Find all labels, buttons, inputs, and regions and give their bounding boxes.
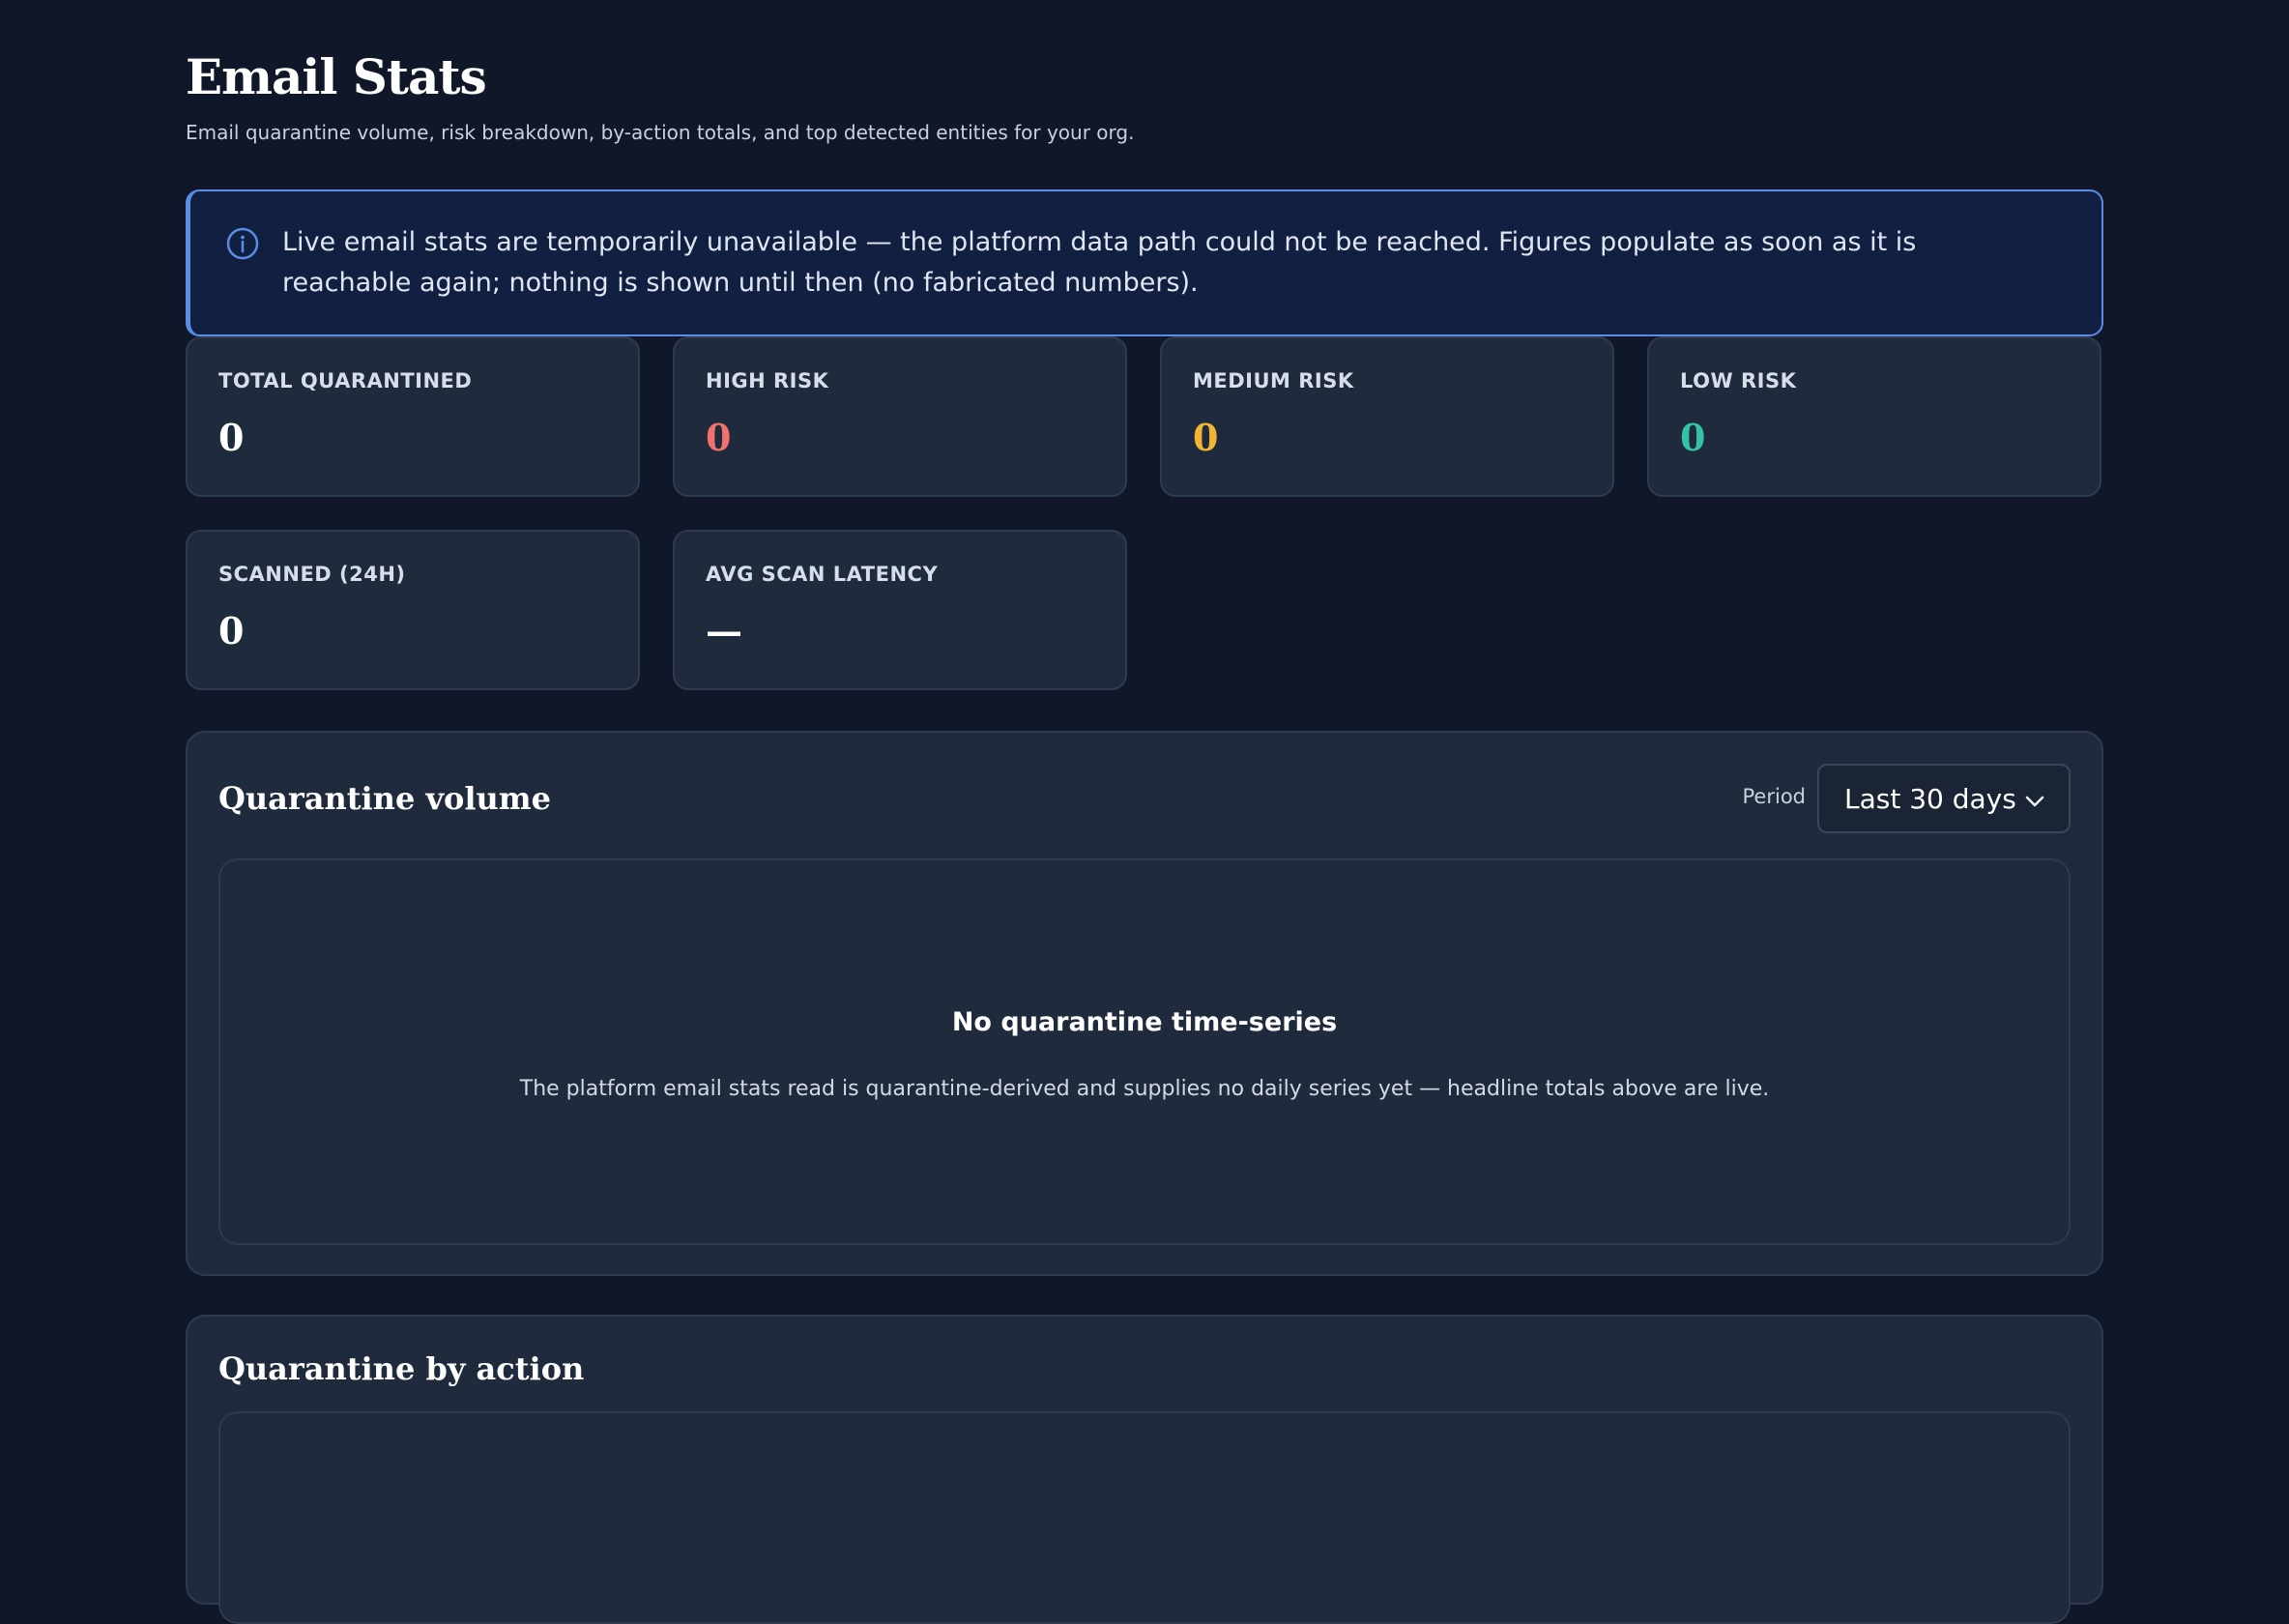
stat-label: MEDIUM RISK (1193, 369, 1354, 392)
period-select-value: Last 30 days (1844, 783, 2016, 815)
stat-label: TOTAL QUARANTINED (218, 369, 473, 392)
stat-card-total-quarantined: TOTAL QUARANTINED 0 (186, 336, 640, 497)
quarantine-by-action-chart-area (218, 1411, 2071, 1624)
stat-card-high-risk: HIGH RISK 0 (673, 336, 1127, 497)
stat-label: AVG SCAN LATENCY (706, 563, 939, 586)
stat-label: HIGH RISK (706, 369, 829, 392)
unavailable-alert: Live email stats are temporarily unavail… (186, 189, 2103, 336)
info-circle-icon (226, 227, 259, 260)
panel-title: Quarantine volume (218, 780, 552, 817)
empty-state-title: No quarantine time-series (951, 1007, 1338, 1037)
quarantine-volume-empty-state: No quarantine time-series The platform e… (218, 858, 2071, 1245)
chevron-down-icon (2025, 796, 2044, 807)
stat-card-avg-scan-latency: AVG SCAN LATENCY — (673, 530, 1127, 690)
stat-value: 0 (1193, 416, 1219, 459)
stat-label: SCANNED (24H) (218, 563, 406, 586)
page-title: Email Stats (186, 48, 487, 105)
stat-value: 0 (706, 416, 732, 459)
stat-label: LOW RISK (1680, 369, 1797, 392)
empty-state-description: The platform email stats read is quarant… (519, 1077, 1770, 1101)
stat-card-scanned-24h: SCANNED (24H) 0 (186, 530, 640, 690)
stat-value: 0 (1680, 416, 1706, 459)
stat-card-medium-risk: MEDIUM RISK 0 (1160, 336, 1614, 497)
quarantine-volume-panel: Quarantine volume Period Last 30 days No… (186, 731, 2103, 1276)
alert-message: Live email stats are temporarily unavail… (282, 227, 1917, 298)
panel-title: Quarantine by action (218, 1350, 585, 1387)
stat-value: 0 (218, 416, 245, 459)
quarantine-by-action-panel: Quarantine by action (186, 1315, 2103, 1624)
period-label: Period (1742, 785, 1806, 808)
stat-value: — (706, 609, 742, 652)
stat-value: 0 (218, 609, 245, 652)
period-select[interactable]: Last 30 days (1817, 764, 2071, 833)
stat-card-low-risk: LOW RISK 0 (1647, 336, 2101, 497)
page-subtitle: Email quarantine volume, risk breakdown,… (186, 121, 1135, 144)
